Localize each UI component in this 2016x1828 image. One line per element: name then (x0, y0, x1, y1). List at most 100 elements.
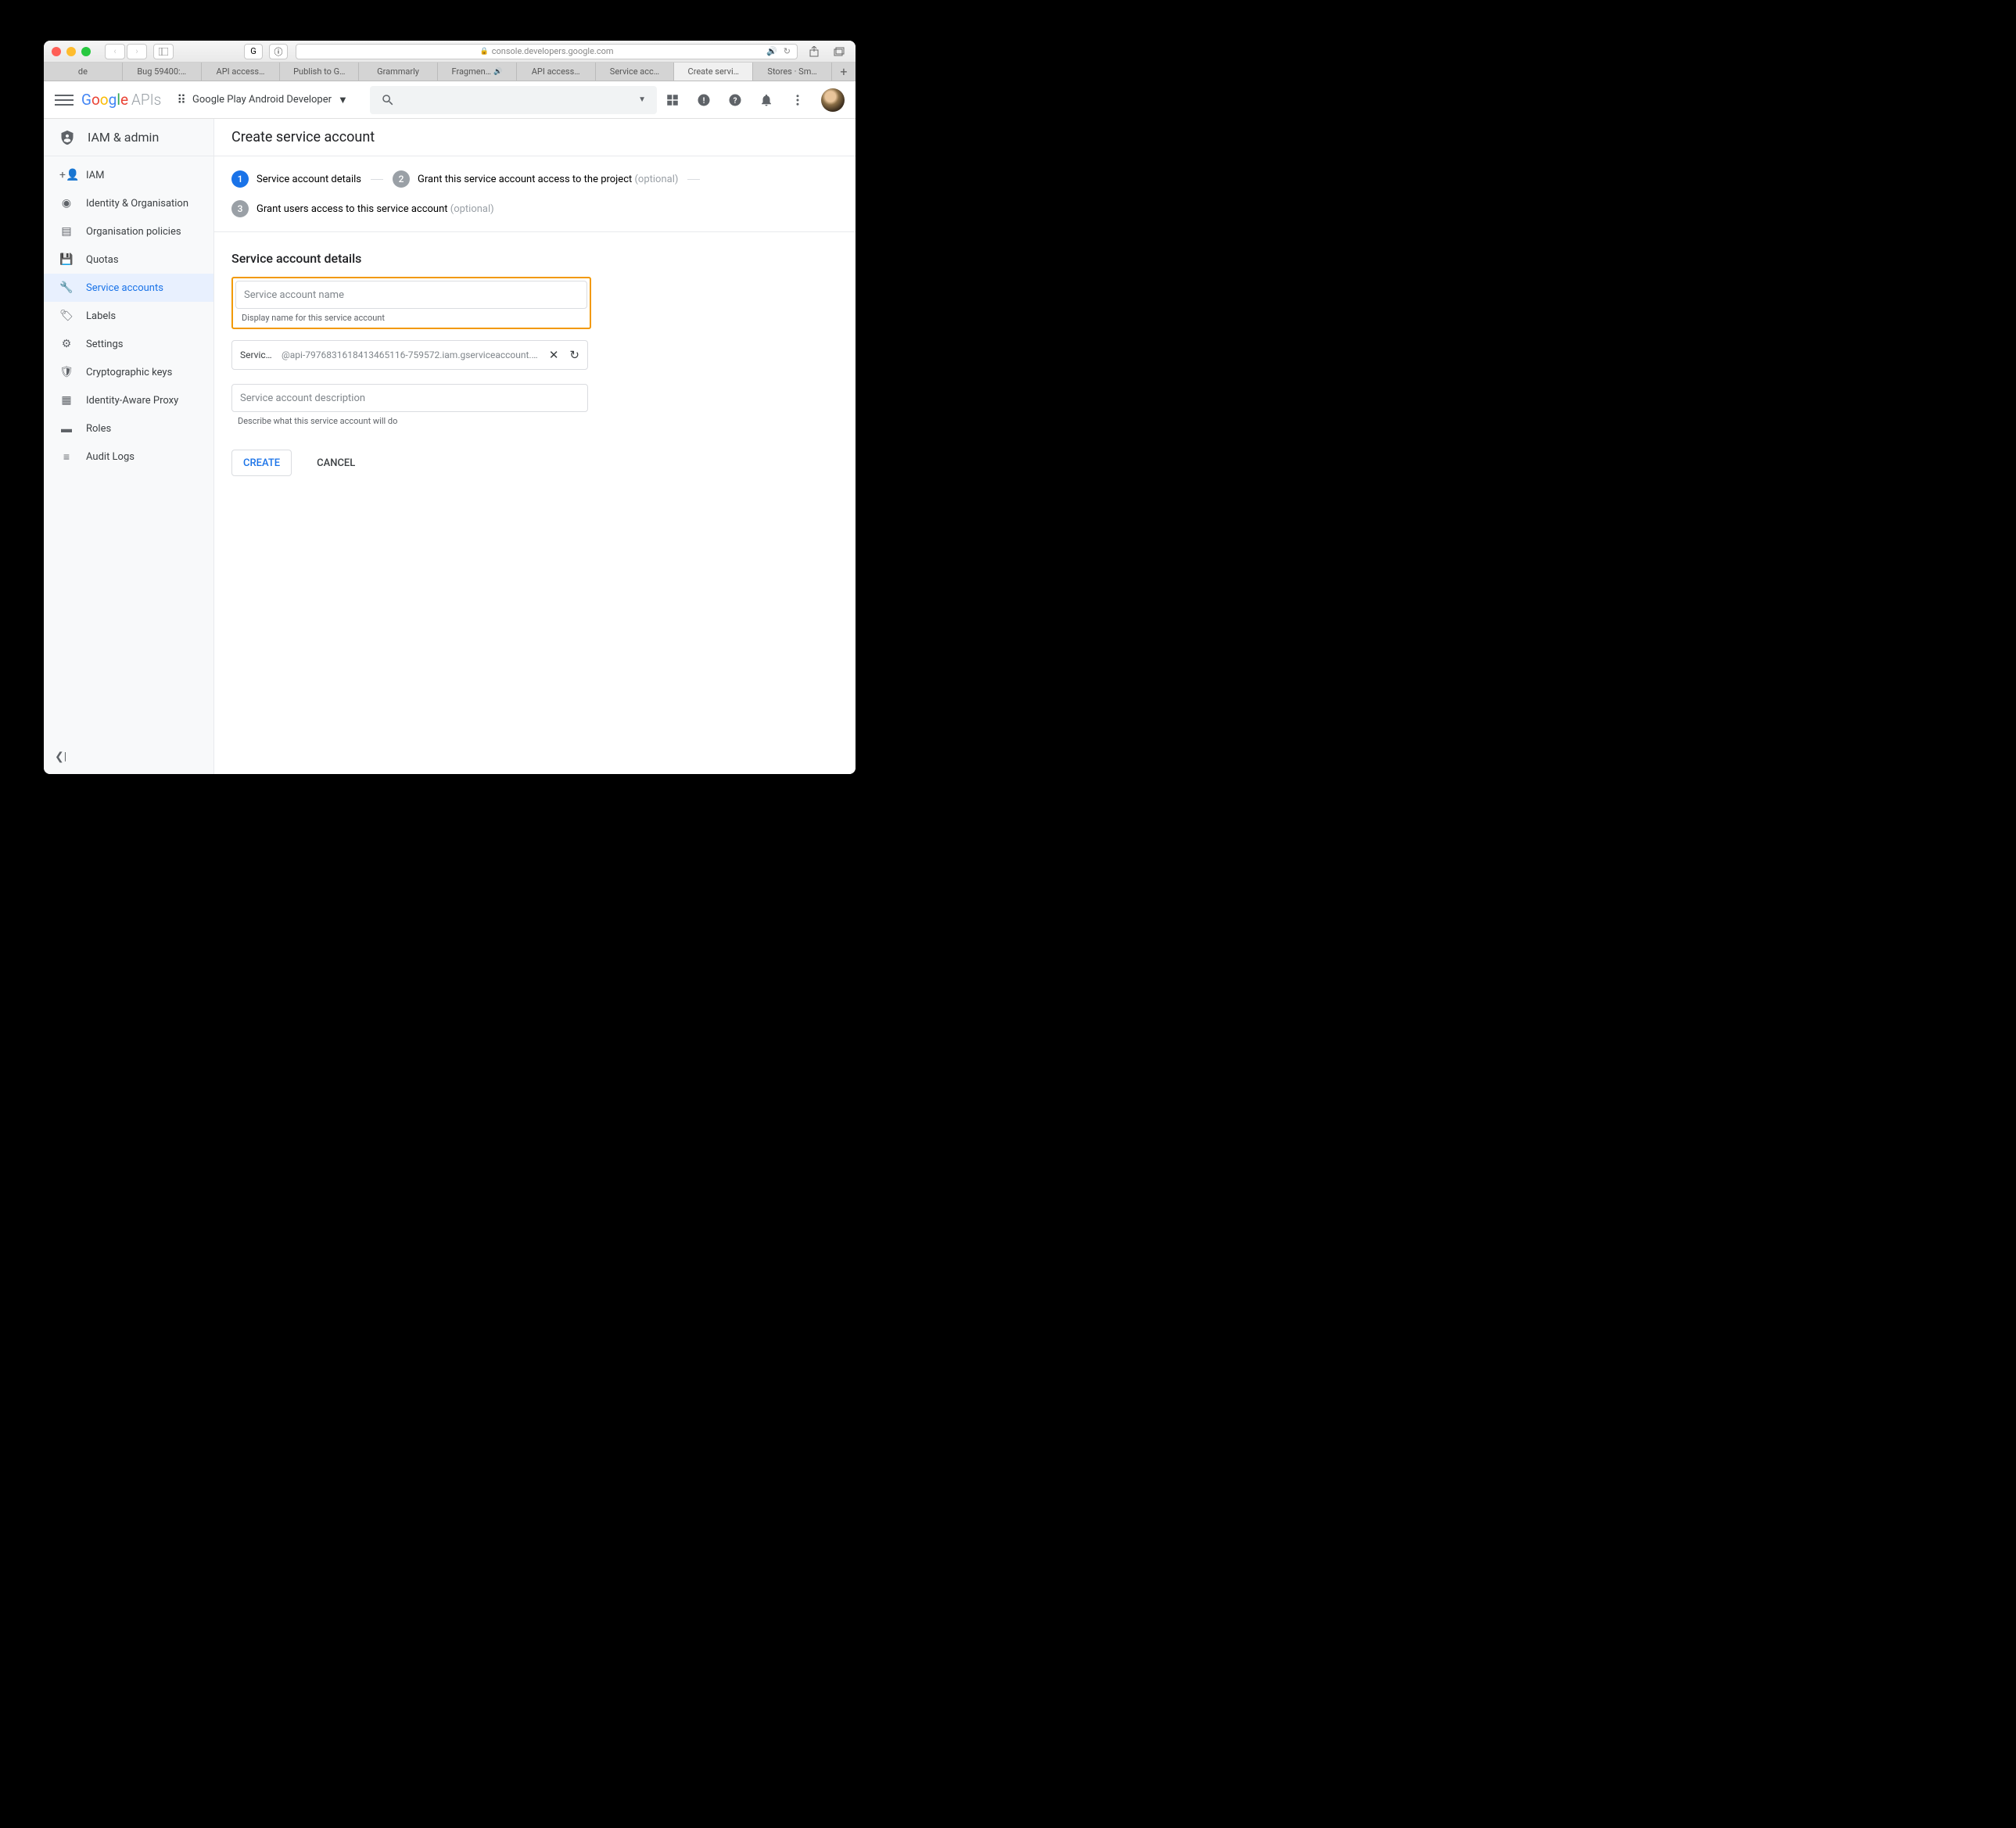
step-1[interactable]: 1 Service account details (231, 170, 361, 188)
section-title: Service account details (231, 251, 838, 266)
sidebar-item-iam[interactable]: +👤 IAM (44, 161, 213, 189)
alert-icon[interactable]: ! (696, 92, 712, 108)
sidebar-item-label: Identity-Aware Proxy (86, 395, 178, 407)
step-2[interactable]: 2Grant this service account access to th… (393, 170, 678, 188)
search-box[interactable]: ▼ (370, 86, 657, 114)
gcp-header: GoogleAPIs ⠿ Google Play Android Develop… (44, 81, 856, 119)
menu-button[interactable] (55, 91, 74, 109)
chevron-down-icon: ▼ (338, 94, 348, 106)
page-title: Create service account (214, 119, 856, 156)
share-button[interactable] (805, 45, 823, 59)
sidebar-item-label: Service accounts (86, 282, 163, 294)
new-tab-button[interactable]: + (832, 63, 856, 81)
sidebar-title: IAM & admin (88, 130, 159, 145)
sidebar-item-label: Audit Logs (86, 451, 135, 463)
more-icon[interactable] (790, 92, 805, 108)
step-label: Service account details (256, 174, 361, 185)
sidebar-item-service-accounts[interactable]: 🔧 Service accounts (44, 274, 213, 302)
iam-shield-icon (59, 130, 75, 145)
project-name: Google Play Android Developer (192, 94, 332, 106)
create-button[interactable]: CREATE (231, 450, 292, 476)
refresh-id-icon[interactable]: ↻ (569, 348, 579, 362)
search-dropdown-icon[interactable]: ▼ (638, 95, 646, 104)
sidebar: IAM & admin +👤 IAM ◉Identity & Organisatio… (44, 119, 214, 774)
sidebar-item-roles[interactable]: ▬Roles (44, 414, 213, 443)
shield-icon: 🛡 (59, 366, 74, 378)
forward-button[interactable]: › (127, 44, 147, 59)
url-bar[interactable]: 🔒 console.developers.google.com 🔊 ↻ (296, 44, 798, 59)
tab-bar: deBug 59400:…API access…Publish to G…Gra… (44, 63, 856, 81)
reload-icon[interactable]: ↻ (784, 46, 791, 56)
clear-id-icon[interactable]: ✕ (549, 348, 559, 362)
google-apis-logo[interactable]: GoogleAPIs (81, 91, 161, 109)
browser-tab[interactable]: Stores · Sm… (753, 63, 832, 81)
audio-icon: 🔊 (493, 68, 502, 76)
sidebar-item-labels[interactable]: 🏷 Labels (44, 302, 213, 330)
service-account-id-field: Service… @api-7976831618413465116-759572… (231, 340, 588, 370)
step-optional: (optional) (634, 174, 678, 185)
browser-tab[interactable]: Service acc… (596, 63, 675, 81)
stepper: 1 Service account details 2Grant this ser… (214, 156, 856, 232)
gear-icon: ⚙ (59, 338, 74, 350)
browser-tab[interactable]: API access… (202, 63, 281, 81)
project-selector[interactable]: ⠿ Google Play Android Developer ▼ (177, 92, 348, 107)
cancel-button[interactable]: CANCEL (306, 450, 366, 476)
avatar[interactable] (821, 88, 845, 112)
step-number: 2 (393, 170, 410, 188)
lock-icon: 🔒 (480, 48, 489, 56)
main-content: Create service account 1 Service account … (214, 119, 856, 774)
gift-icon[interactable] (665, 92, 680, 108)
svg-text:?: ? (734, 96, 737, 105)
id-email: @api-7976831618413465116-759572.iam.gser… (282, 349, 543, 360)
save-icon: 💾 (59, 253, 74, 266)
sidebar-item-label: Quotas (86, 254, 119, 266)
doc-icon: ▤ (59, 225, 74, 238)
browser-tab[interactable]: de (44, 63, 123, 81)
step-3[interactable]: 3Grant users access to this service acco… (231, 200, 494, 217)
browser-tab[interactable]: Publish to G… (280, 63, 359, 81)
proxy-icon: ▦ (59, 394, 74, 407)
sidebar-item-cryptographic-keys[interactable]: 🛡 Cryptographic keys (44, 358, 213, 386)
browser-tab[interactable]: Create servi… (674, 63, 753, 81)
project-icon: ⠿ (177, 92, 186, 107)
step-label: Grant users access to this service accou… (256, 203, 494, 215)
sidebar-item-audit-logs[interactable]: ≡Audit Logs (44, 443, 213, 471)
close-window[interactable] (52, 47, 61, 56)
browser-tab[interactable]: Grammarly (359, 63, 438, 81)
account-circle-icon: ◉ (59, 197, 74, 210)
service-icon: 🔧 (59, 281, 74, 294)
sidebar-item-settings[interactable]: ⚙Settings (44, 330, 213, 358)
sidebar-item-identity-organisation[interactable]: ◉Identity & Organisation (44, 189, 213, 217)
sidebar-toggle[interactable] (153, 44, 174, 59)
service-account-description-input[interactable] (231, 384, 588, 412)
extension-info[interactable]: ⓘ (269, 44, 288, 59)
person-add-icon: +👤 (59, 169, 74, 181)
url-text: console.developers.google.com (492, 46, 614, 56)
step-number: 1 (231, 170, 249, 188)
sidebar-item-identity-aware-proxy[interactable]: ▦ Identity-Aware Proxy (44, 386, 213, 414)
service-account-name-input[interactable] (235, 281, 587, 309)
search-icon (381, 93, 395, 107)
browser-tab[interactable]: Fragmen…🔊 (438, 63, 517, 81)
bell-icon[interactable] (759, 92, 774, 108)
browser-tab[interactable]: Bug 59400:… (123, 63, 202, 81)
back-button[interactable]: ‹ (105, 44, 125, 59)
help-icon[interactable]: ? (727, 92, 743, 108)
sidebar-item-label: Labels (86, 310, 116, 322)
sidebar-item-quotas[interactable]: 💾 Quotas (44, 246, 213, 274)
collapse-sidebar[interactable]: ❮| (55, 751, 66, 763)
sidebar-item-label: Cryptographic keys (86, 367, 172, 378)
name-helper: Display name for this service account (235, 313, 587, 323)
desc-helper: Describe what this service account will … (231, 416, 588, 426)
tag-icon: 🏷 (59, 310, 74, 322)
extension-grammarly[interactable]: G (244, 44, 263, 59)
maximize-window[interactable] (81, 47, 91, 56)
tabs-button[interactable] (830, 45, 848, 59)
minimize-window[interactable] (66, 47, 76, 56)
svg-text:!: ! (703, 95, 705, 105)
audio-icon[interactable]: 🔊 (766, 46, 777, 56)
sidebar-item-organisation-policies[interactable]: ▤Organisation policies (44, 217, 213, 246)
sidebar-item-label: IAM (86, 170, 104, 181)
traffic-lights (52, 47, 91, 56)
browser-tab[interactable]: API access… (517, 63, 596, 81)
